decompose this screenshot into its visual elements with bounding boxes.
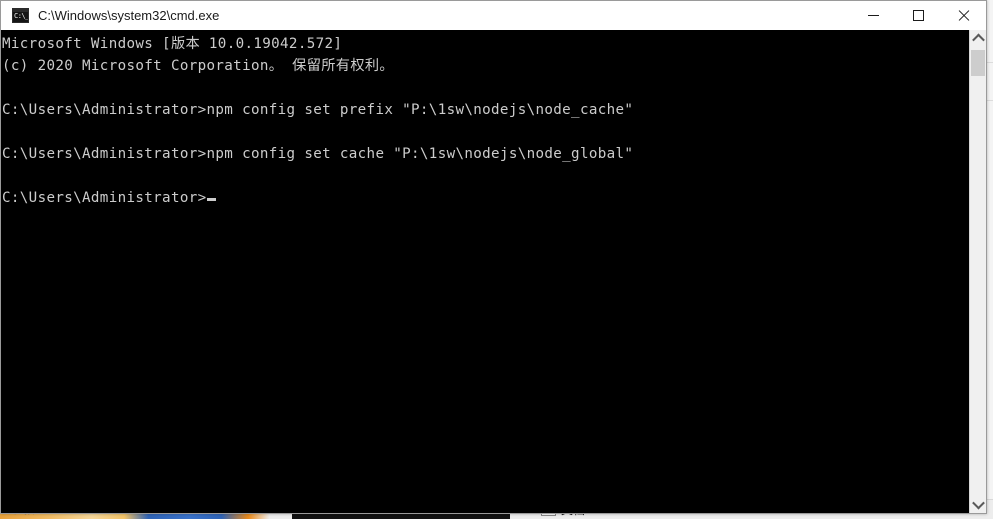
console-area: Microsoft Windows [版本 10.0.19042.572] (c… [1,30,986,513]
window-title: C:\Windows\system32\cmd.exe [38,7,220,23]
scrollbar-track[interactable] [970,47,986,496]
cmd-console-icon: C:\_ [12,7,29,23]
console-scrollbar[interactable] [969,30,986,513]
console-line: C:\Users\Administrator>npm config set pr… [2,102,634,118]
console-output[interactable]: Microsoft Windows [版本 10.0.19042.572] (c… [1,30,969,513]
window-titlebar[interactable]: C:\_ C:\Windows\system32\cmd.exe [1,1,986,30]
close-icon [957,9,970,22]
console-prompt-text: C:\Users\Administrator> [2,190,207,206]
console-prompt-line: C:\Users\Administrator> [2,187,969,209]
scrollbar-thumb[interactable] [971,50,985,76]
minimize-icon [868,14,879,16]
chevron-down-icon [971,496,985,510]
scroll-up-button[interactable] [970,30,986,47]
chevron-up-icon [971,33,985,47]
maximize-button[interactable] [896,1,941,29]
cmd-console-icon-prompt: C:\_ [14,11,29,20]
console-line: Microsoft Windows [版本 10.0.19042.572] [2,36,343,52]
console-cursor [206,198,216,201]
maximize-icon [913,9,924,21]
cmd-window[interactable]: C:\_ C:\Windows\system32\cmd.exe Microso… [0,0,987,514]
window-controls [851,1,986,29]
minimize-button[interactable] [851,1,896,29]
close-button[interactable] [941,1,986,29]
console-line: (c) 2020 Microsoft Corporation。 保留所有权利。 [2,58,394,74]
scroll-down-button[interactable] [970,496,986,513]
console-line: C:\Users\Administrator>npm config set ca… [2,146,634,162]
